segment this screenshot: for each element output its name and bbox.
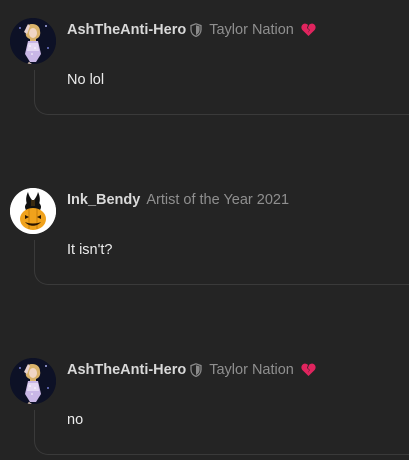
post: AshTheAnti-Hero Taylor Nation no: [0, 340, 409, 460]
user-avatar[interactable]: [10, 358, 56, 404]
user-title: Taylor Nation: [209, 22, 294, 38]
post: Ink_Bendy Artist of the Year 2021 It isn…: [0, 170, 409, 290]
post-header: AshTheAnti-Hero Taylor Nation: [67, 360, 316, 380]
performer-avatar-icon: [10, 18, 56, 64]
message-text: no: [67, 412, 84, 428]
post-header: Ink_Bendy Artist of the Year 2021: [67, 190, 289, 210]
shield-icon: [190, 363, 202, 377]
message-text: It isn't?: [67, 242, 113, 258]
user-avatar[interactable]: [10, 18, 56, 64]
user-title: Taylor Nation: [209, 362, 294, 378]
broken-heart-icon: [301, 363, 316, 376]
post: AshTheAnti-Hero Taylor Nation No lol: [0, 0, 409, 120]
user-avatar[interactable]: [10, 188, 56, 234]
broken-heart-icon: [301, 23, 316, 36]
shield-icon: [190, 23, 202, 37]
username[interactable]: AshTheAnti-Hero: [67, 22, 186, 38]
message-text: No lol: [67, 72, 105, 88]
username[interactable]: AshTheAnti-Hero: [67, 362, 186, 378]
performer-avatar-icon: [10, 358, 56, 404]
user-title: Artist of the Year 2021: [146, 192, 290, 208]
username[interactable]: Ink_Bendy: [67, 192, 140, 208]
pumpkin-avatar-icon: [10, 188, 56, 234]
post-header: AshTheAnti-Hero Taylor Nation: [67, 20, 316, 40]
thread-connector: [34, 410, 409, 455]
